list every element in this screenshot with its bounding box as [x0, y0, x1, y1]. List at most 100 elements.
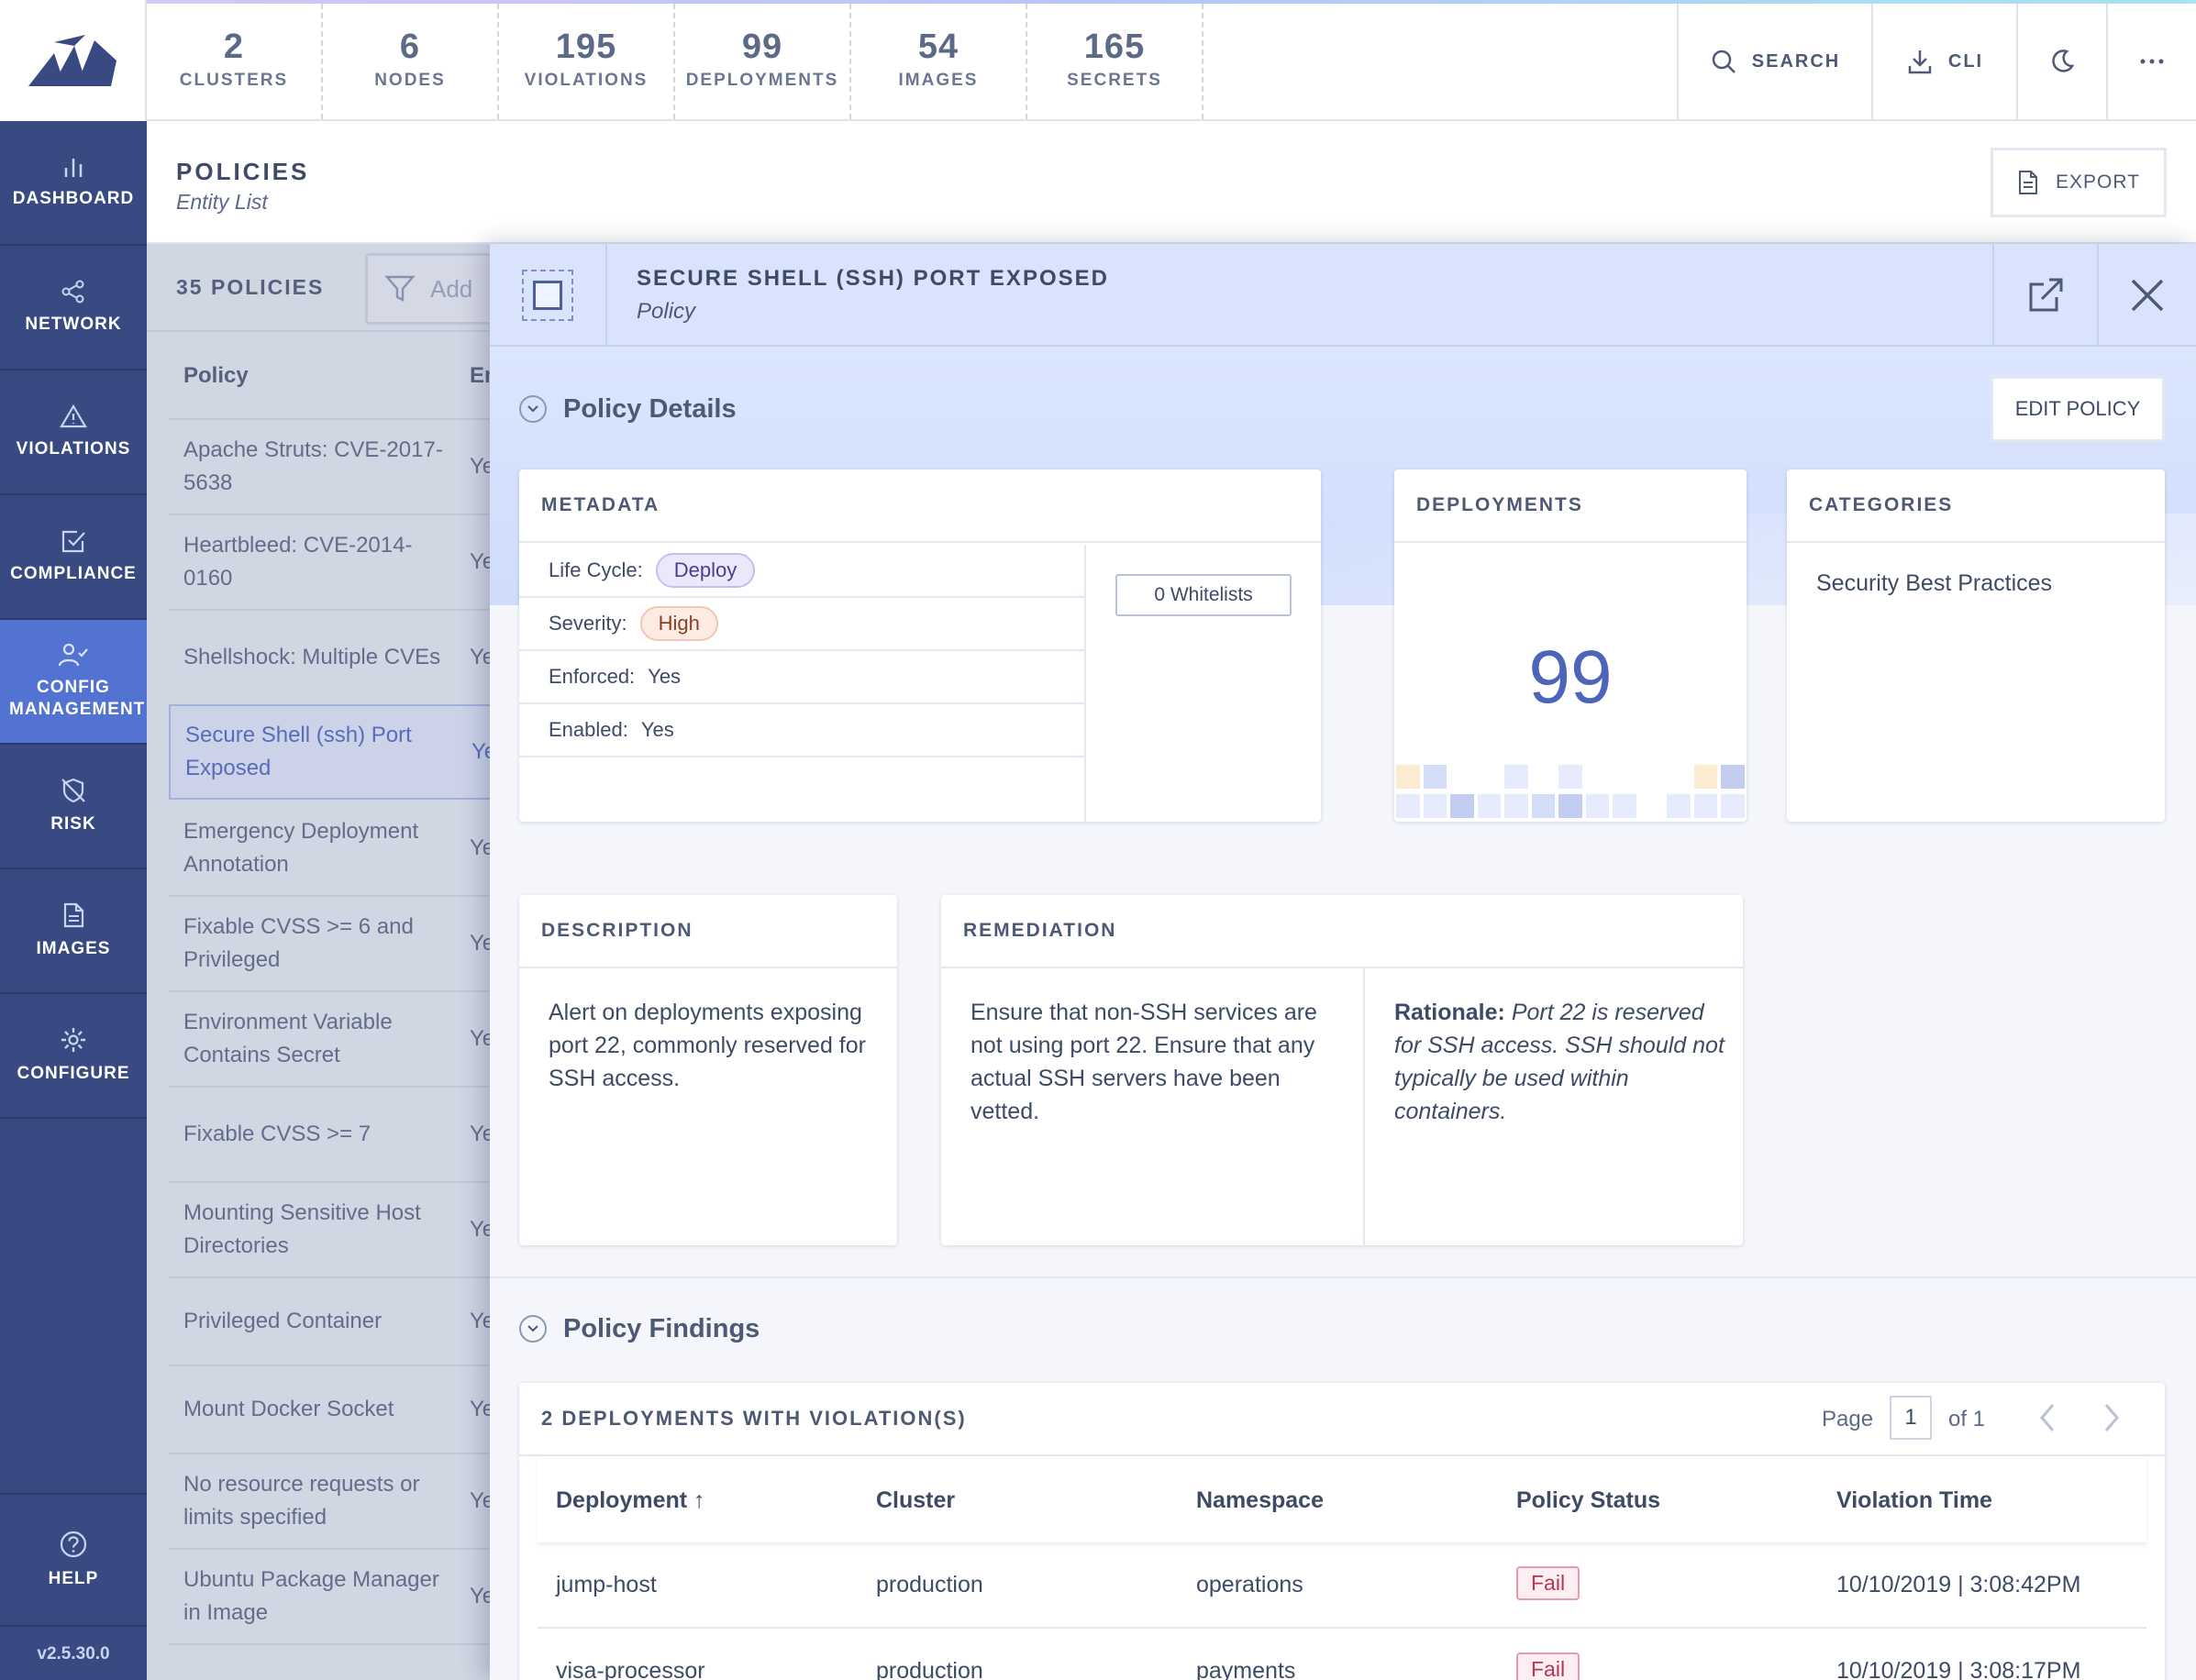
- close-panel-button[interactable]: [2097, 244, 2196, 347]
- nav-label: RISK: [50, 814, 96, 834]
- panel-subtitle: Policy: [637, 299, 696, 324]
- deployments-title: DEPLOYMENTS: [1394, 470, 1747, 543]
- chevron-down-icon: [527, 1325, 538, 1332]
- stat-value: 2: [223, 28, 245, 66]
- enforced-row: Enforced: Yes: [519, 651, 1084, 704]
- remediation-title: REMEDIATION: [941, 895, 1743, 968]
- whitelists-button[interactable]: 0 Whitelists: [1115, 574, 1292, 616]
- open-external-button[interactable]: [1992, 244, 2097, 347]
- stat-clusters[interactable]: 2 CLUSTERS: [147, 4, 323, 119]
- next-page-button[interactable]: [2101, 1401, 2123, 1439]
- panel-header: [490, 244, 2196, 347]
- select-checkbox[interactable]: [522, 270, 573, 321]
- status-badge: Fail: [1516, 1652, 1580, 1680]
- enforced-value: Yes: [648, 665, 682, 688]
- page-title: POLICIES: [176, 158, 310, 185]
- cluster-name: production: [876, 1572, 983, 1597]
- categories-title: CATEGORIES: [1787, 470, 2165, 543]
- nav-item-help[interactable]: HELP: [0, 1493, 147, 1625]
- list-dim-overlay: [147, 244, 490, 1680]
- heatmap-cell: [1477, 765, 1502, 789]
- table-row[interactable]: jump-host production operations Fail 10/…: [538, 1542, 2146, 1629]
- page-subtitle: Entity List: [176, 190, 268, 214]
- description-card: DESCRIPTION Alert on deployments exposin…: [519, 895, 897, 1245]
- cli-download-button[interactable]: CLI: [1871, 4, 2016, 119]
- collapse-findings-toggle[interactable]: [519, 1315, 547, 1343]
- panel-select-checkbox-cell: [490, 244, 607, 347]
- deployment-name: jump-host: [556, 1572, 657, 1597]
- nav-item-configure[interactable]: CONFIGURE: [0, 994, 147, 1119]
- search-label: SEARCH: [1751, 50, 1841, 72]
- deployments-card[interactable]: DEPLOYMENTS 99: [1394, 470, 1747, 822]
- help-icon: [60, 1531, 87, 1558]
- stat-nodes[interactable]: 6 NODES: [323, 4, 499, 119]
- more-menu-button[interactable]: [2106, 4, 2196, 119]
- column-header-namespace[interactable]: Namespace: [1196, 1487, 1324, 1514]
- categories-card: CATEGORIES Security Best Practices: [1787, 470, 2165, 822]
- nav-label: CONFIGURE: [17, 1064, 130, 1083]
- nav-item-config-management[interactable]: CONFIG MANAGEMENT: [0, 620, 147, 745]
- nav-item-compliance[interactable]: COMPLIANCE: [0, 495, 147, 620]
- prev-page-button[interactable]: [2036, 1401, 2058, 1439]
- violation-time: 10/10/2019 | 3:08:42PM: [1836, 1572, 2081, 1597]
- stat-value: 165: [1083, 28, 1146, 66]
- nav-label: COMPLIANCE: [10, 564, 137, 583]
- nav-item-risk[interactable]: RISK: [0, 745, 147, 869]
- heatmap-cell: [1585, 794, 1610, 818]
- column-header-cluster[interactable]: Cluster: [876, 1487, 955, 1514]
- description-text: Alert on deployments exposing port 22, c…: [549, 1000, 866, 1091]
- stat-images[interactable]: 54 IMAGES: [851, 4, 1027, 119]
- nav-label: CONFIG MANAGEMENT: [9, 678, 146, 719]
- stat-label: SECRETS: [1067, 71, 1162, 90]
- heatmap-cell: [1504, 765, 1528, 789]
- heatmap-cell: [1477, 794, 1502, 818]
- rationale-block: Rationale: Port 22 is reserved for SSH a…: [1394, 996, 1725, 1128]
- version-label: v2.5.30.0: [0, 1625, 147, 1680]
- collapse-details-toggle[interactable]: [519, 395, 547, 423]
- stat-violations[interactable]: 195 VIOLATIONS: [499, 4, 675, 119]
- lifecycle-row: Life Cycle: Deploy: [519, 545, 1084, 598]
- nav-item-images[interactable]: IMAGES: [0, 869, 147, 994]
- column-header-deployment[interactable]: Deployment ↑: [556, 1487, 705, 1514]
- nav-label: NETWORK: [25, 315, 122, 334]
- heatmap-cell: [1613, 794, 1636, 818]
- stackrox-logo[interactable]: [0, 0, 147, 121]
- findings-table-card: 2 DEPLOYMENTS WITH VIOLATION(S) Page 1 o…: [519, 1383, 2165, 1680]
- metadata-title: METADATA: [519, 470, 1321, 543]
- nav-item-violations[interactable]: VIOLATIONS: [0, 370, 147, 495]
- nav-item-dashboard[interactable]: DASHBOARD: [0, 121, 147, 246]
- stat-deployments[interactable]: 99 DEPLOYMENTS: [675, 4, 851, 119]
- enforced-label: Enforced:: [549, 665, 636, 688]
- nav-label: VIOLATIONS: [16, 439, 131, 459]
- search-button[interactable]: SEARCH: [1677, 4, 1871, 119]
- page-number-input[interactable]: 1: [1890, 1396, 1932, 1440]
- deployment-name: visa-processor: [556, 1658, 705, 1680]
- heatmap-cell: [1558, 765, 1582, 789]
- enabled-value: Yes: [640, 718, 674, 741]
- severity-row: Severity: High: [519, 598, 1084, 651]
- edit-policy-button[interactable]: EDIT POLICY: [1991, 376, 2165, 442]
- theme-toggle-button[interactable]: [2016, 4, 2106, 119]
- bar-chart-icon: [64, 159, 83, 177]
- cluster-name: production: [876, 1658, 983, 1680]
- page-header: [147, 121, 2196, 244]
- nav-item-network[interactable]: NETWORK: [0, 246, 147, 370]
- column-header-violation-time[interactable]: Violation Time: [1836, 1487, 1992, 1514]
- stat-label: VIOLATIONS: [524, 71, 649, 90]
- stat-secrets[interactable]: 165 SECRETS: [1027, 4, 1203, 119]
- namespace-name: payments: [1196, 1658, 1296, 1680]
- lifecycle-label: Life Cycle:: [549, 558, 643, 581]
- checkbox-box: [533, 281, 562, 310]
- export-button[interactable]: EXPORT: [1991, 148, 2167, 217]
- heatmap-cell: [1531, 794, 1556, 818]
- lifecycle-badge: Deploy: [655, 553, 756, 588]
- logo-icon: [28, 35, 116, 86]
- sort-ascending-icon: ↑: [693, 1487, 705, 1513]
- page-label: Page: [1822, 1407, 1874, 1431]
- column-header-policy-status[interactable]: Policy Status: [1516, 1487, 1660, 1514]
- violation-time: 10/10/2019 | 3:08:17PM: [1836, 1658, 2081, 1680]
- nav-label: IMAGES: [36, 939, 111, 958]
- table-row[interactable]: visa-processor production payments Fail …: [538, 1629, 2146, 1680]
- stat-value: 6: [399, 28, 421, 66]
- search-icon: [1712, 50, 1736, 73]
